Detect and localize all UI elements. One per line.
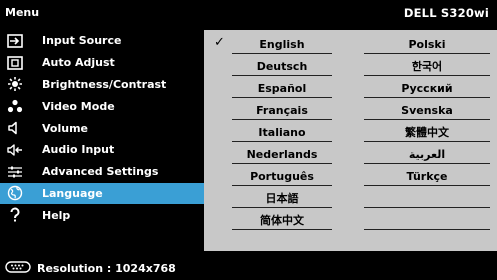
menu-item-input-source[interactable]: Input Source [0, 30, 204, 52]
menu-item-label: Audio Input [42, 143, 115, 157]
advanced-settings-icon [6, 164, 24, 180]
language-option-traditional-chinese[interactable]: 繁體中文 [364, 121, 490, 143]
language-option-italiano[interactable]: Italiano [232, 121, 332, 143]
language-option-arabic[interactable]: العربية [364, 143, 490, 165]
language-option-empty [364, 209, 490, 231]
language-option-deutsch[interactable]: Deutsch [232, 55, 332, 77]
video-mode-icon [6, 98, 24, 114]
menu-item-label: Advanced Settings [42, 165, 159, 179]
language-option-korean[interactable]: 한국어 [364, 55, 490, 77]
menu-item-help[interactable]: Help [0, 204, 204, 226]
menu-item-brightness-contrast[interactable]: Brightness/Contrast [0, 74, 204, 96]
language-globe-icon [6, 185, 24, 201]
language-option-espanol[interactable]: Español [232, 77, 332, 99]
input-source-icon [6, 33, 24, 49]
language-option-polski[interactable]: Polski [364, 33, 490, 55]
language-row: Italiano 繁體中文 [204, 121, 497, 143]
brightness-icon [6, 76, 24, 92]
volume-icon [6, 120, 24, 136]
title-bar: Menu DELL S320wi [0, 0, 497, 25]
menu-item-label: Video Mode [42, 99, 115, 113]
menu-item-audio-input[interactable]: Audio Input [0, 139, 204, 161]
menu-title: Menu [5, 6, 40, 19]
audio-input-icon [6, 142, 24, 158]
menu-item-label: Language [42, 186, 103, 200]
language-option-turkce[interactable]: Türkçe [364, 165, 490, 187]
language-option-simplified-chinese[interactable]: 简体中文 [232, 209, 332, 231]
language-panel: ✓ English Polski Deutsch 한국어 Español Рус… [204, 30, 497, 251]
language-option-russian[interactable]: Русский [364, 77, 490, 99]
language-row: 简体中文 [204, 209, 497, 231]
menu-item-advanced-settings[interactable]: Advanced Settings [0, 161, 204, 183]
resolution-text: Resolution : 1024x768 [37, 261, 176, 275]
menu-item-language[interactable]: Language [0, 182, 204, 205]
main-menu: Input Source Auto Adjust Brightness/Cont… [0, 30, 204, 251]
menu-item-volume[interactable]: Volume [0, 117, 204, 139]
language-row: Português Türkçe [204, 165, 497, 187]
status-bar: Resolution : 1024x768 [0, 256, 497, 280]
auto-adjust-icon [6, 55, 24, 71]
resolution-icon [5, 260, 31, 276]
model-name: DELL S320wi [403, 5, 489, 20]
menu-item-label: Input Source [42, 34, 122, 48]
menu-item-label: Brightness/Contrast [42, 77, 167, 91]
language-option-nederlands[interactable]: Nederlands [232, 143, 332, 165]
menu-item-label: Help [42, 208, 71, 222]
selected-check-icon: ✓ [214, 35, 225, 50]
language-option-francais[interactable]: Français [232, 99, 332, 121]
menu-item-label: Auto Adjust [42, 56, 115, 70]
language-option-svenska[interactable]: Svenska [364, 99, 490, 121]
menu-item-video-mode[interactable]: Video Mode [0, 95, 204, 117]
help-icon [6, 207, 24, 223]
language-row: Español Русский [204, 77, 497, 99]
language-row: 日本語 [204, 187, 497, 209]
language-row: Nederlands العربية [204, 143, 497, 165]
language-row: Français Svenska [204, 99, 497, 121]
language-option-english[interactable]: English [232, 33, 332, 55]
language-row: ✓ English Polski [204, 33, 497, 55]
menu-item-label: Volume [42, 121, 88, 135]
language-option-empty [364, 187, 490, 209]
projector-osd-menu: Menu DELL S320wi Input Source Auto Adjus… [0, 0, 497, 280]
language-row: Deutsch 한국어 [204, 55, 497, 77]
menu-item-auto-adjust[interactable]: Auto Adjust [0, 52, 204, 74]
language-option-japanese[interactable]: 日本語 [232, 187, 332, 209]
language-option-portugues[interactable]: Português [232, 165, 332, 187]
